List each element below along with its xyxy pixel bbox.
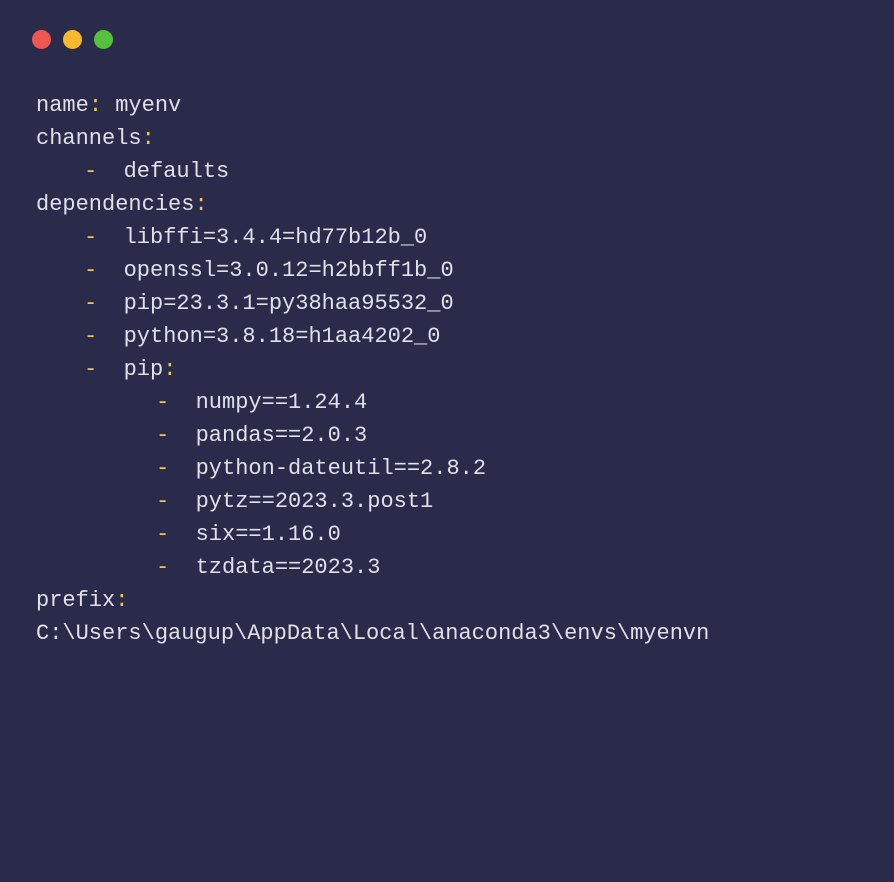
yaml-dependencies-line: dependencies: [36, 188, 858, 221]
dash-icon: - [84, 225, 97, 250]
dash-icon: - [156, 423, 169, 448]
colon-icon: : [163, 357, 176, 382]
list-item: defaults [124, 159, 230, 184]
dash-icon: - [156, 522, 169, 547]
list-item: pytz==2023.3.post1 [196, 489, 434, 514]
minimize-icon[interactable] [63, 30, 82, 49]
dash-icon: - [84, 291, 97, 316]
maximize-icon[interactable] [94, 30, 113, 49]
colon-icon: : [194, 192, 207, 217]
yaml-dep-item: - libffi=3.4.4=hd77b12b_0 [36, 221, 858, 254]
dash-icon: - [84, 324, 97, 349]
list-item: numpy==1.24.4 [196, 390, 368, 415]
list-item: python-dateutil==2.8.2 [196, 456, 486, 481]
list-item: six==1.16.0 [196, 522, 341, 547]
list-item: tzdata==2023.3 [196, 555, 381, 580]
dash-icon: - [84, 159, 97, 184]
yaml-channels-line: channels: [36, 122, 858, 155]
yaml-pip-line: - pip: [36, 353, 858, 386]
dash-icon: - [84, 258, 97, 283]
close-icon[interactable] [32, 30, 51, 49]
yaml-value: C:\Users\gaugup\AppData\Local\anaconda3\… [36, 621, 709, 646]
yaml-pip-item: - six==1.16.0 [36, 518, 858, 551]
dash-icon: - [156, 390, 169, 415]
yaml-pip-item: - numpy==1.24.4 [36, 386, 858, 419]
yaml-name-line: name: myenv [36, 89, 858, 122]
terminal-window: name: myenv channels: - defaults depende… [12, 12, 882, 870]
list-item: pip=23.3.1=py38haa95532_0 [124, 291, 454, 316]
yaml-value: myenv [115, 93, 181, 118]
yaml-key: dependencies [36, 192, 194, 217]
dash-icon: - [156, 489, 169, 514]
window-titlebar [12, 12, 882, 59]
terminal-content: name: myenv channels: - defaults depende… [12, 59, 882, 674]
yaml-pip-item: - pytz==2023.3.post1 [36, 485, 858, 518]
dash-icon: - [156, 555, 169, 580]
yaml-prefix-line: prefix: [36, 584, 858, 617]
dash-icon: - [156, 456, 169, 481]
colon-icon: : [142, 126, 155, 151]
yaml-key: prefix [36, 588, 115, 613]
dash-icon: - [84, 357, 97, 382]
list-item: openssl=3.0.12=h2bbff1b_0 [124, 258, 454, 283]
yaml-prefix-value: C:\Users\gaugup\AppData\Local\anaconda3\… [36, 617, 858, 650]
yaml-dep-item: - openssl=3.0.12=h2bbff1b_0 [36, 254, 858, 287]
yaml-dep-item: - python=3.8.18=h1aa4202_0 [36, 320, 858, 353]
yaml-pip-item: - python-dateutil==2.8.2 [36, 452, 858, 485]
yaml-channels-item: - defaults [36, 155, 858, 188]
list-item: pandas==2.0.3 [196, 423, 368, 448]
yaml-key: channels [36, 126, 142, 151]
list-item: libffi=3.4.4=hd77b12b_0 [124, 225, 428, 250]
colon-icon: : [89, 93, 102, 118]
list-item: python=3.8.18=h1aa4202_0 [124, 324, 441, 349]
yaml-dep-item: - pip=23.3.1=py38haa95532_0 [36, 287, 858, 320]
yaml-pip-item: - pandas==2.0.3 [36, 419, 858, 452]
yaml-key: name [36, 93, 89, 118]
yaml-key: pip [124, 357, 164, 382]
yaml-pip-item: - tzdata==2023.3 [36, 551, 858, 584]
colon-icon: : [115, 588, 128, 613]
